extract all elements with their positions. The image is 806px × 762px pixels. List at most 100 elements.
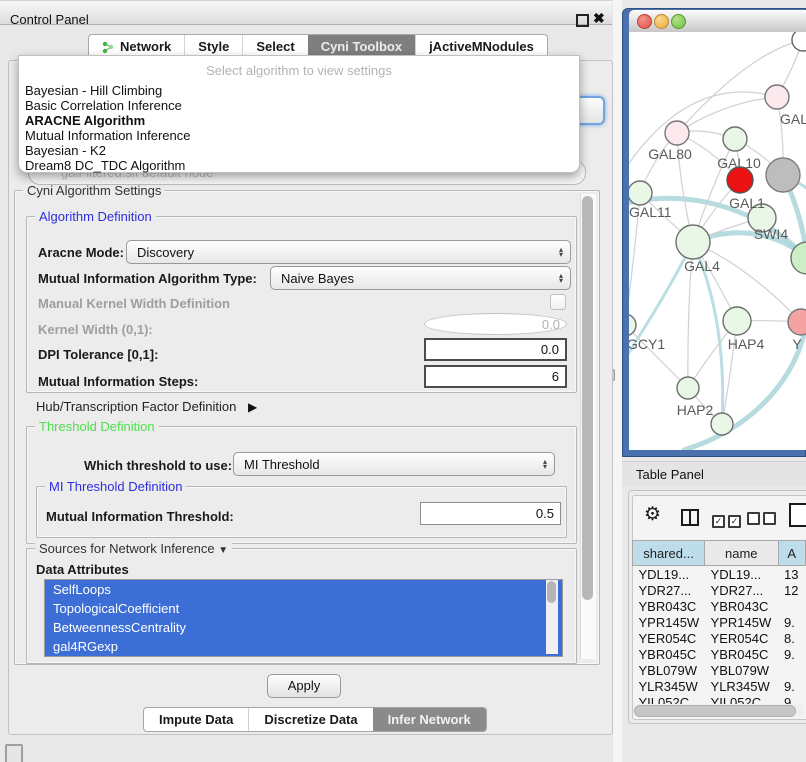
table-row[interactable]: YBL079WYBL079W bbox=[633, 662, 806, 678]
table-cell: 9. bbox=[778, 678, 805, 694]
minimized-panel-icon[interactable] bbox=[5, 744, 23, 762]
network-node-label: GAL4 bbox=[684, 258, 720, 274]
combo-arrows-icon: ▴▾ bbox=[559, 247, 563, 257]
network-node[interactable] bbox=[788, 309, 806, 335]
tab-discretize-data[interactable]: Discretize Data bbox=[248, 708, 372, 731]
table-cell: YBL079W bbox=[705, 662, 779, 678]
gear-icon[interactable]: ⚙ bbox=[644, 505, 661, 524]
mi-steps-input[interactable]: 6 bbox=[424, 365, 567, 388]
network-node[interactable] bbox=[711, 413, 733, 435]
algorithm-dropdown-popup: Select algorithm to view settings Bayesi… bbox=[18, 55, 580, 173]
expand-right-icon: ▶ bbox=[248, 400, 257, 414]
attribute-item[interactable]: BetweennessCentrality bbox=[45, 618, 562, 637]
table-cell: 9. bbox=[778, 646, 805, 662]
algorithm-option[interactable]: ARACNE Algorithm bbox=[19, 113, 579, 128]
aracne-mode-label: Aracne Mode: bbox=[38, 245, 124, 260]
which-threshold-label: Which threshold to use: bbox=[84, 458, 232, 473]
zoom-traffic-light-icon[interactable] bbox=[671, 14, 686, 29]
table-cell: YPR145W bbox=[633, 614, 705, 630]
network-view[interactable]: GALGAL80GAL10GAL1GAL11SWI4GAL4GCY1HAP4YH… bbox=[629, 32, 806, 450]
manual-kernel-checkbox[interactable] bbox=[550, 294, 566, 310]
table-panel-title: Table Panel bbox=[636, 467, 704, 482]
table-cell: YBR045C bbox=[633, 646, 705, 662]
network-node[interactable] bbox=[765, 85, 789, 109]
network-icon bbox=[102, 41, 115, 54]
network-node[interactable] bbox=[723, 307, 751, 335]
settings-scrollbar-thumb[interactable] bbox=[582, 196, 593, 600]
table-row[interactable]: YDR27...YDR27...12 bbox=[633, 582, 806, 598]
table-cell: YER054C bbox=[633, 630, 705, 646]
network-node[interactable] bbox=[723, 127, 747, 151]
network-node[interactable] bbox=[766, 158, 800, 192]
close-icon[interactable]: ✖ bbox=[593, 10, 605, 27]
app-root: Control Panel ✖ Network Style Select Cyn… bbox=[0, 0, 806, 762]
tab-impute-data[interactable]: Impute Data bbox=[144, 708, 248, 731]
attribute-item[interactable]: gal4RGexp bbox=[45, 637, 562, 656]
deselect-all-checkboxes-icon[interactable] bbox=[747, 512, 779, 528]
select-all-checkboxes-icon[interactable]: ✓✓ bbox=[712, 512, 744, 528]
table-cell: YDR27... bbox=[705, 582, 779, 598]
document-icon[interactable] bbox=[789, 503, 806, 527]
mi-threshold-input[interactable]: 0.5 bbox=[420, 502, 561, 525]
algorithm-option[interactable]: Mutual Information Inference bbox=[19, 128, 579, 143]
mi-type-combo[interactable]: Naive Bayes ▴▾ bbox=[270, 266, 571, 290]
network-node[interactable] bbox=[629, 314, 636, 336]
algorithm-option[interactable]: Basic Correlation Inference bbox=[19, 98, 579, 113]
sources-group-title[interactable]: Sources for Network Inference ▼ bbox=[35, 541, 232, 556]
network-node-label: Y bbox=[792, 336, 802, 352]
network-node-label: GAL11 bbox=[629, 204, 672, 220]
control-panel-titlebar bbox=[0, 0, 612, 25]
table-cell: YBR045C bbox=[705, 646, 779, 662]
table-hscrollbar-thumb[interactable] bbox=[634, 705, 796, 717]
network-node[interactable] bbox=[676, 225, 710, 259]
table-cell: YDL19... bbox=[633, 566, 705, 583]
attribute-item[interactable]: SelfLoops bbox=[45, 580, 562, 599]
algorithm-option[interactable]: Bayesian - Hill Climbing bbox=[19, 83, 579, 98]
algorithm-option[interactable]: Dream8 DC_TDC Algorithm bbox=[19, 158, 579, 173]
table-row[interactable]: YBR045CYBR045C9. bbox=[633, 646, 806, 662]
network-node[interactable] bbox=[629, 181, 652, 205]
hub-definition-label: Hub/Transcription Factor Definition bbox=[36, 399, 236, 414]
attributes-scrollbar-thumb[interactable] bbox=[547, 581, 556, 603]
column-header-shared-name[interactable]: shared... bbox=[633, 541, 705, 566]
kernel-width-label: Kernel Width (0,1): bbox=[38, 322, 153, 337]
table-cell: 8. bbox=[778, 630, 805, 646]
network-node[interactable] bbox=[792, 32, 806, 51]
table-row[interactable]: YBR043CYBR043C bbox=[633, 598, 806, 614]
network-edge bbox=[629, 325, 688, 388]
float-window-icon[interactable] bbox=[576, 14, 589, 27]
close-traffic-light-icon[interactable] bbox=[637, 14, 652, 29]
sources-title-text: Sources for Network Inference bbox=[39, 541, 215, 556]
tab-infer-network[interactable]: Infer Network bbox=[373, 708, 486, 731]
dpi-tolerance-input[interactable]: 0.0 bbox=[424, 338, 567, 361]
algorithm-option[interactable]: Bayesian - K2 bbox=[19, 143, 579, 158]
data-attributes-list[interactable]: SelfLoopsTopologicalCoefficientBetweenne… bbox=[44, 579, 563, 657]
minimize-traffic-light-icon[interactable] bbox=[654, 14, 669, 29]
network-edge bbox=[693, 242, 801, 322]
table-row[interactable]: YER054CYER054C8. bbox=[633, 630, 806, 646]
panel-splitter[interactable] bbox=[613, 0, 622, 762]
aracne-mode-combo[interactable]: Discovery ▴▾ bbox=[126, 240, 571, 264]
columns-icon[interactable] bbox=[681, 509, 699, 526]
network-canvas[interactable]: GALGAL80GAL10GAL1GAL11SWI4GAL4GCY1HAP4YH… bbox=[629, 32, 806, 450]
collapse-down-icon: ▼ bbox=[218, 545, 228, 556]
attribute-item[interactable]: TopologicalCoefficient bbox=[45, 599, 562, 618]
column-header-clipped[interactable]: A bbox=[778, 541, 805, 566]
network-node-label: GAL80 bbox=[648, 146, 692, 162]
table-cell: 12 bbox=[778, 582, 805, 598]
table-row[interactable]: YLR345WYLR345W9. bbox=[633, 678, 806, 694]
apply-button[interactable]: Apply bbox=[267, 674, 341, 698]
column-header-name[interactable]: name bbox=[705, 541, 779, 566]
kernel-width-input[interactable]: 0.0 bbox=[424, 313, 567, 335]
combo-arrows-icon: ▴▾ bbox=[559, 273, 563, 283]
table-row[interactable]: YDL19...YDL19...13 bbox=[633, 566, 806, 583]
which-threshold-combo[interactable]: MI Threshold ▴▾ bbox=[233, 452, 555, 476]
table-cell: 9. bbox=[778, 614, 805, 630]
network-node[interactable] bbox=[677, 377, 699, 399]
table-row[interactable]: YPR145WYPR145W9. bbox=[633, 614, 806, 630]
settings-group-title: Cyni Algorithm Settings bbox=[23, 183, 165, 198]
network-window-titlebar[interactable] bbox=[629, 10, 806, 32]
network-node[interactable] bbox=[665, 121, 689, 145]
hub-definition-expander[interactable]: Hub/Transcription Factor Definition ▶ bbox=[36, 399, 257, 414]
mi-type-label: Mutual Information Algorithm Type: bbox=[38, 271, 257, 286]
